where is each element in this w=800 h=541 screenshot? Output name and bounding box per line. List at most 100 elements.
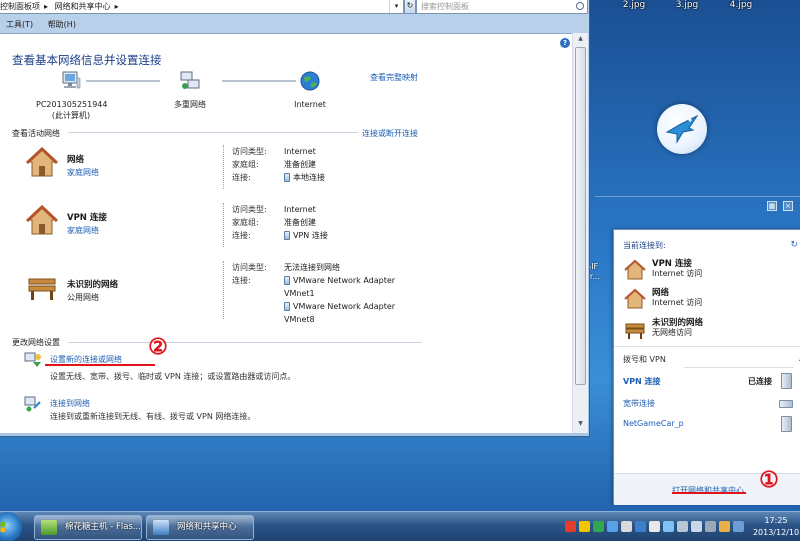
task-connect-network: 连接到网络 连接到或重新连接到无线、有线、拨号或 VPN 网络连接。: [0, 396, 572, 426]
map-node-internet[interactable]: Internet: [288, 70, 332, 110]
connection-adapter-icon: [284, 231, 290, 240]
search-input[interactable]: 搜索控制面板: [416, 0, 588, 14]
tray-volume-icon[interactable]: [691, 521, 702, 532]
tray-shield-icon[interactable]: [579, 521, 590, 532]
popup-network-item[interactable]: 网络 Internet 访问: [622, 286, 800, 312]
network-type-link[interactable]: 家庭网络: [67, 167, 99, 178]
breadcrumb-separator-icon: ▸: [44, 2, 49, 11]
clock[interactable]: 17:25 2013/12/10: [752, 515, 800, 539]
active-network-row: 未识别的网络 公用网络 访问类型: 无法连接到网络 连接: VMware Netwo…: [0, 259, 572, 327]
section-divider: [68, 132, 358, 133]
connection-link[interactable]: VMware Network Adapter: [293, 276, 395, 285]
tray-app-icon[interactable]: [649, 521, 660, 532]
vpn-item-name: NetGameCar_p: [623, 419, 684, 428]
tray-app-icon[interactable]: [607, 521, 618, 532]
vpn-item[interactable]: 宽带连接: [623, 395, 798, 413]
tray-app-icon[interactable]: [719, 521, 730, 532]
map-connector-line: [86, 80, 160, 82]
access-type-label: 访问类型:: [232, 205, 267, 214]
breadcrumb-network-center[interactable]: 网络和共享中心: [55, 2, 111, 11]
menu-tools[interactable]: 工具(T): [6, 20, 33, 29]
task-new-connection: 设置新的连接或网络 设置无线、宽带、拨号、临时或 VPN 连接；或设置路由器或访…: [0, 352, 572, 382]
access-type-label: 访问类型:: [232, 263, 267, 272]
popup-refresh-icon[interactable]: ↻: [790, 240, 798, 250]
tray-network-icon[interactable]: [635, 521, 646, 532]
connection-link[interactable]: 本地连接: [293, 173, 325, 182]
popup-network-status: 无网络访问: [652, 328, 692, 337]
connection-link-cont[interactable]: VMnet8: [284, 315, 315, 324]
connect-to-network-link[interactable]: 连接到网络: [50, 398, 90, 409]
tray-app-icon[interactable]: [705, 521, 716, 532]
desktop-file-4jpg[interactable]: 4.jpg: [711, 0, 771, 10]
scroll-thumb[interactable]: [575, 47, 586, 385]
active-network-row: VPN 连接 家庭网络 访问类型: Internet 家庭组: 准备创建 连接: VP…: [0, 201, 572, 253]
desktop-bird-app-icon[interactable]: [657, 104, 707, 154]
view-full-map-link[interactable]: 查看完整映射: [370, 72, 418, 83]
address-bar[interactable]: 控制面板项 ▸ 网络和共享中心 ▸ ▾: [0, 0, 404, 14]
vpn-connection-icon: [781, 416, 792, 432]
network-tray-popup: 当前连接到: ↻ VPN 连接 Internet 访问 网络 Internet …: [613, 229, 800, 505]
scroll-up-icon[interactable]: ▲: [575, 35, 586, 45]
desktop-file-3jpg[interactable]: 3.jpg: [657, 0, 717, 10]
dialup-vpn-heading[interactable]: 拨号和 VPN ▲: [623, 353, 800, 365]
public-network-bench-icon: [28, 278, 56, 300]
connect-disconnect-link[interactable]: 连接或断开连接: [362, 128, 418, 139]
connection-label: 连接:: [232, 231, 251, 240]
gadget-grid-icon[interactable]: ▦: [767, 201, 777, 211]
tray-app-icon[interactable]: [733, 521, 744, 532]
vpn-item-status: 已连接: [748, 377, 772, 386]
taskbar-button-network-center[interactable]: 网络和共享中心: [146, 515, 254, 540]
home-network-icon: [624, 288, 646, 309]
broadband-modem-icon: [779, 400, 793, 408]
breadcrumb-separator-icon: ▸: [114, 2, 119, 11]
network-type-link[interactable]: 家庭网络: [67, 225, 99, 236]
dialup-vpn-label: 拨号和 VPN: [623, 355, 666, 364]
taskbar-button-flash[interactable]: 棉花糖主机 - Flas...: [34, 515, 142, 540]
vertical-scrollbar[interactable]: ▲ ▼: [572, 33, 588, 433]
popup-network-item[interactable]: VPN 连接 Internet 访问: [622, 257, 800, 283]
change-settings-heading: 更改网络设置: [12, 338, 60, 347]
vpn-item[interactable]: NetGameCar_p: [623, 416, 798, 434]
active-networks-heading: 查看活动网络: [12, 129, 60, 138]
address-dropdown-icon[interactable]: ▾: [389, 0, 403, 13]
gadget-bar: ▦ ×: [595, 196, 800, 216]
home-network-icon: [26, 205, 58, 235]
clock-time: 17:25: [764, 516, 788, 525]
breadcrumb-control-panel-items[interactable]: 控制面板项: [0, 2, 40, 11]
map-node-multiple-networks[interactable]: 多重网络: [162, 70, 218, 110]
search-icon[interactable]: [576, 2, 584, 10]
popup-network-item[interactable]: 未识别的网络 无网络访问: [622, 316, 800, 342]
tray-network-status-icon[interactable]: [663, 521, 674, 532]
access-type-label: 访问类型:: [232, 147, 267, 156]
connection-link[interactable]: VPN 连接: [293, 231, 328, 240]
popup-heading: 当前连接到:: [623, 241, 666, 250]
map-node-computer[interactable]: PC201305251944 (此计算机): [36, 70, 108, 121]
help-icon[interactable]: ?: [560, 38, 570, 48]
tray-flag-icon[interactable]: [621, 521, 632, 532]
vpn-item[interactable]: VPN 连接 已连接: [623, 373, 798, 391]
open-network-center-link[interactable]: 打开网络和共享中心: [672, 485, 744, 496]
connection-link[interactable]: VMware Network Adapter: [293, 302, 395, 311]
homegroup-link[interactable]: 准备创建: [284, 160, 316, 169]
homegroup-link[interactable]: 准备创建: [284, 218, 316, 227]
desktop-file-2jpg[interactable]: 2.jpg: [604, 0, 664, 10]
vertical-divider: [223, 145, 224, 189]
connect-to-network-desc: 连接到或重新连接到无线、有线、拨号或 VPN 网络连接。: [50, 412, 256, 421]
homegroup-label: 家庭组:: [232, 218, 259, 227]
refresh-icon[interactable]: ↻: [404, 0, 416, 14]
setup-new-connection-desc: 设置无线、宽带、拨号、临时或 VPN 连接；或设置路由器或访问点。: [50, 372, 296, 381]
menu-bar: 工具(T) 帮助(H): [0, 18, 589, 32]
connection-adapter-icon: [284, 302, 290, 311]
internet-globe-icon: [300, 71, 320, 91]
gadget-close-icon[interactable]: ×: [783, 201, 793, 211]
menu-help[interactable]: 帮助(H): [48, 20, 76, 29]
connection-link-cont[interactable]: VMnet1: [284, 289, 315, 298]
annotation-number-2: ②: [148, 334, 168, 360]
tray-security-icon[interactable]: [593, 521, 604, 532]
tray-monitor-icon[interactable]: [677, 521, 688, 532]
taskbar-button-label: 棉花糖主机 - Flas...: [65, 522, 141, 532]
scroll-down-icon[interactable]: ▼: [575, 420, 586, 430]
network-sharing-window: 控制面板项 ▸ 网络和共享中心 ▸ ▾ ↻ 搜索控制面板 工具(T) 帮助(H) ▲…: [0, 0, 590, 437]
tray-app-icon[interactable]: [565, 521, 576, 532]
start-button[interactable]: [0, 512, 22, 541]
